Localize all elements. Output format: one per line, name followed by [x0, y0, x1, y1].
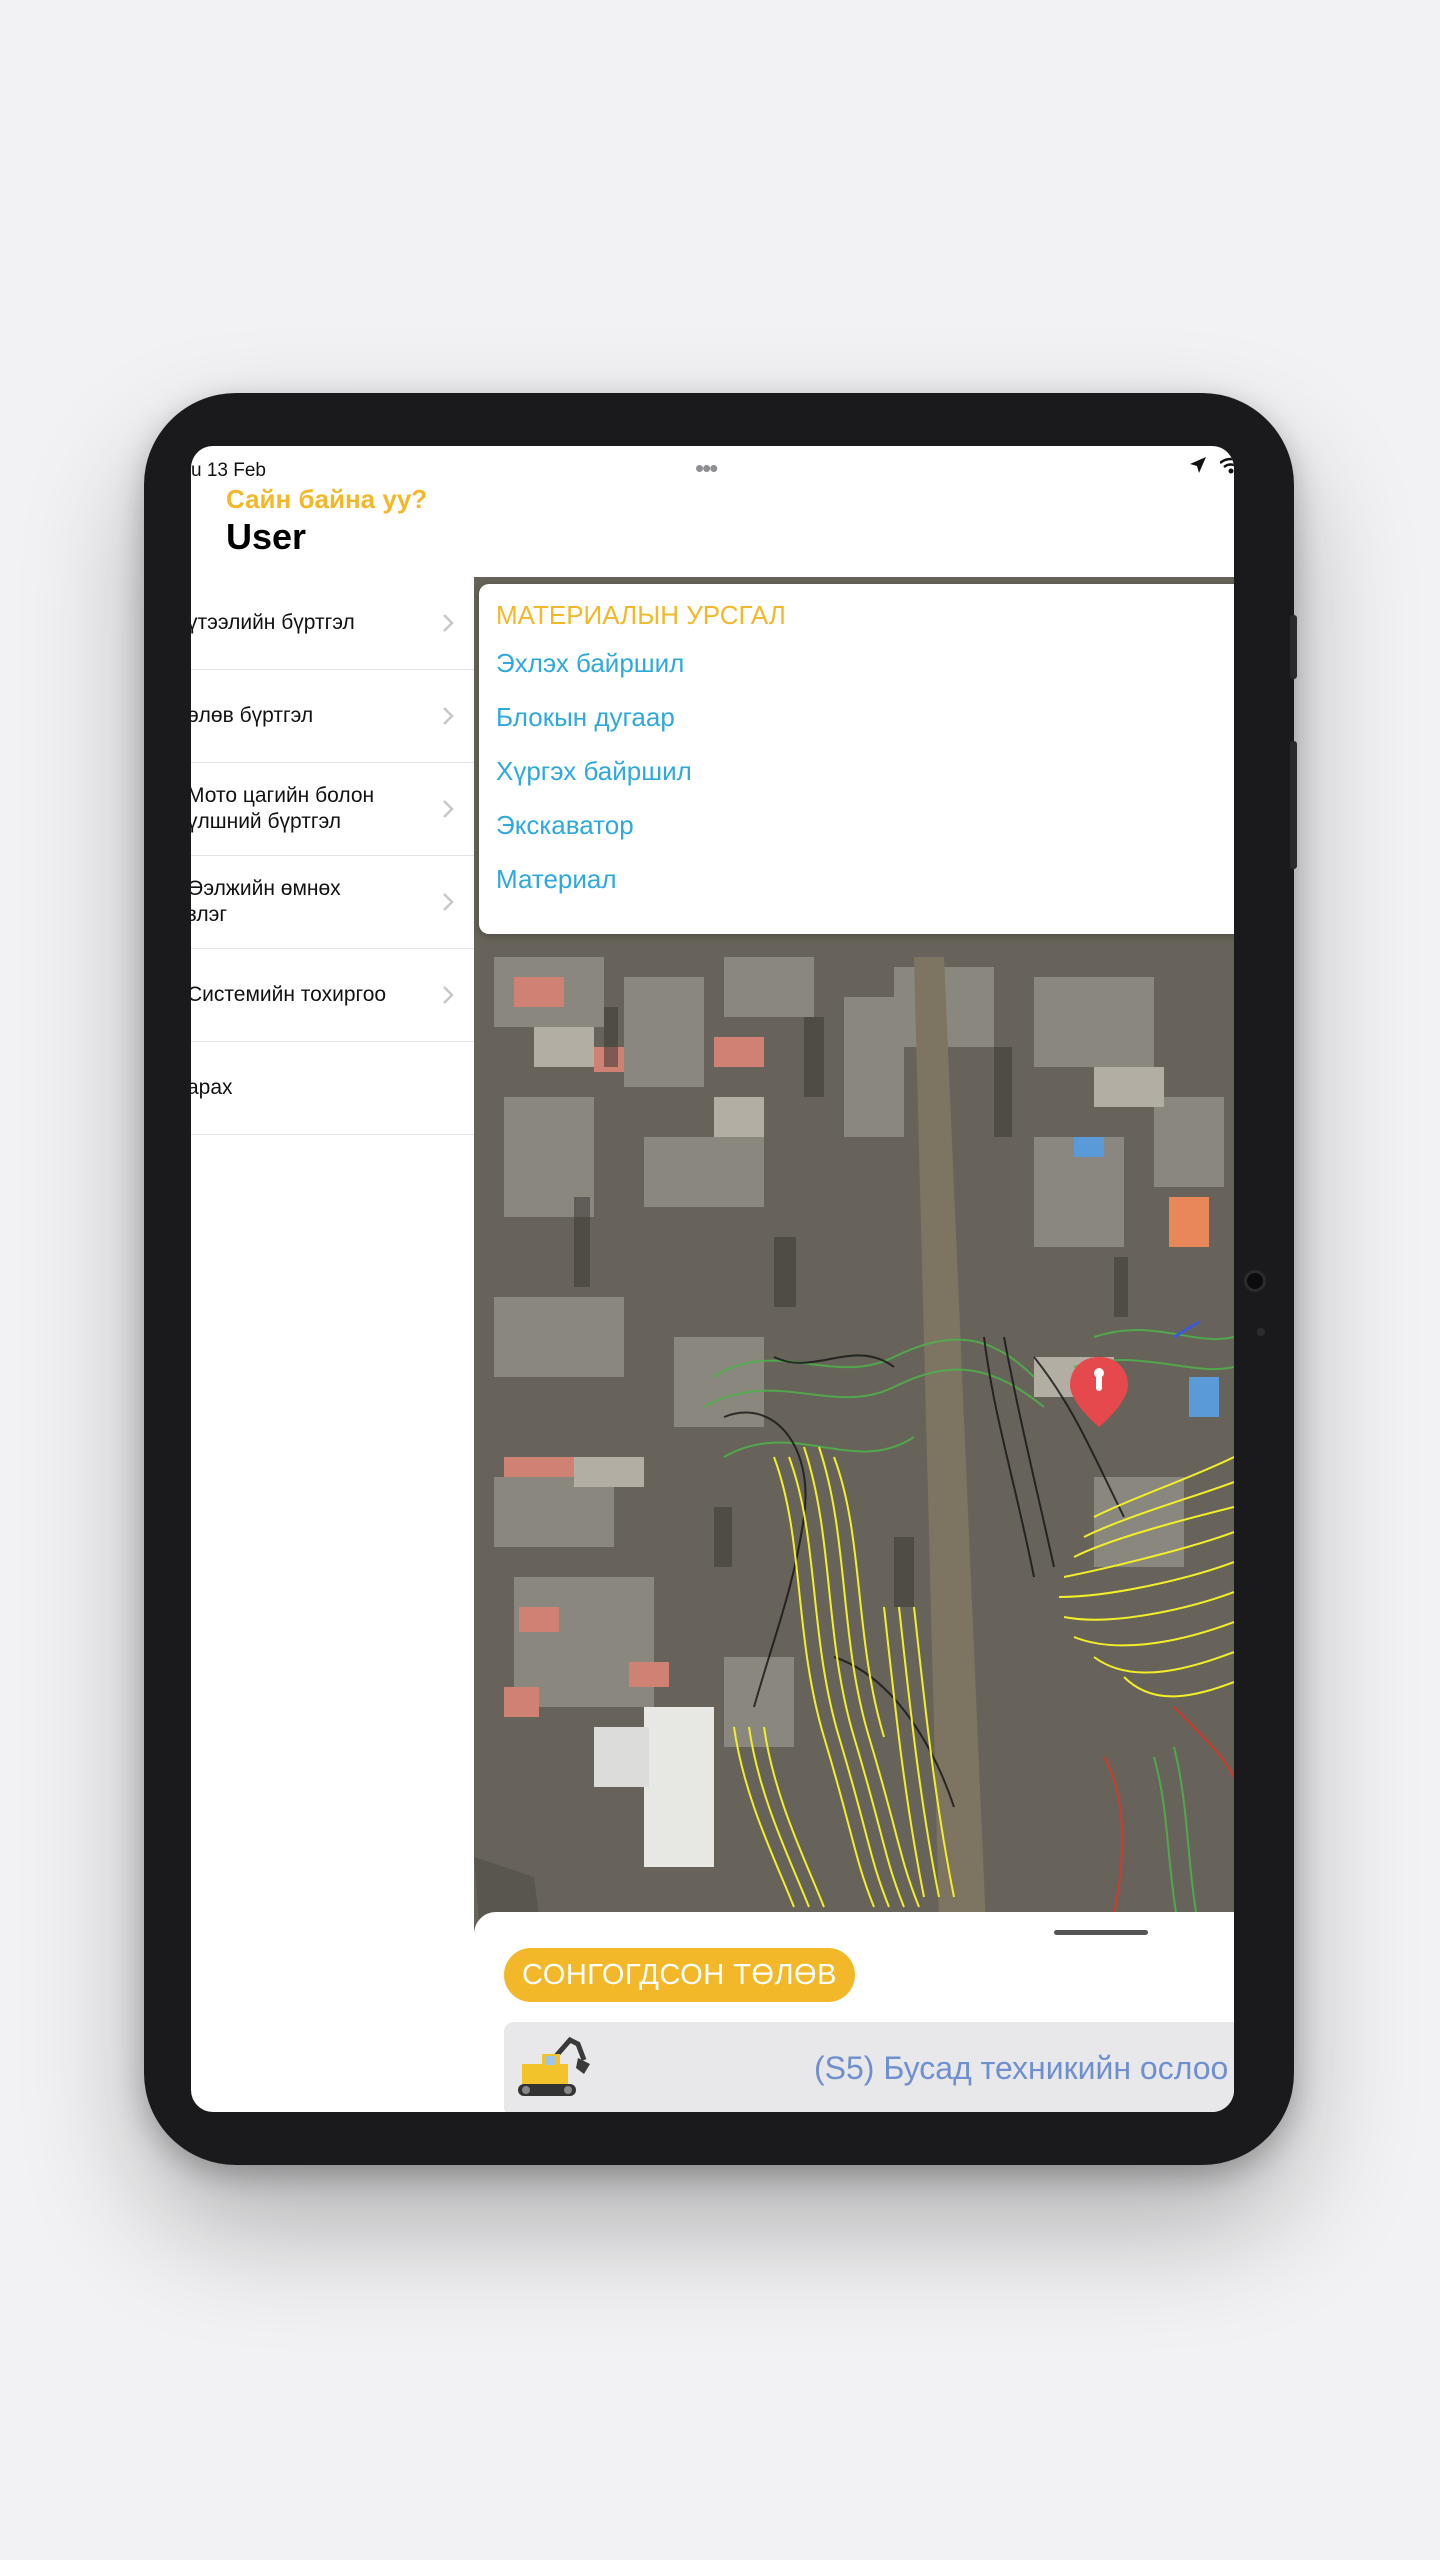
sidebar-menu: үтээлийн бүртгэл өлөв бүртгэл Мото цагий… — [191, 577, 474, 1135]
multitasking-dots[interactable]: ••• — [695, 455, 718, 481]
volume-down-button — [1290, 741, 1297, 869]
sidebar-item-label: Системийн тохиргоо — [191, 983, 387, 1006]
chevron-right-icon — [443, 986, 454, 1004]
sidebar-item-motohours-fuel[interactable]: Мото цагийн болон үлшний бүртгэл — [191, 763, 474, 856]
sidebar-item-system-settings[interactable]: Системийн тохиргоо — [191, 949, 474, 1042]
chevron-right-icon — [443, 614, 454, 632]
sidebar-item-pre-shift-check[interactable]: Өэлжийн өмнөх злэг — [191, 856, 474, 949]
sidebar-item-label: Мото цагийн болон үлшний бүртгэл — [191, 784, 375, 833]
wifi-icon — [1219, 457, 1234, 474]
sheet-grabber-handle[interactable] — [1054, 1930, 1148, 1935]
front-camera — [1244, 1270, 1266, 1292]
volume-up-button — [1290, 615, 1297, 679]
popup-item-block-number[interactable]: Блокын дугаар — [496, 702, 675, 733]
status-bar: u 13 Feb ••• — [191, 446, 1234, 486]
chevron-right-icon — [443, 707, 454, 725]
popup-item-excavator[interactable]: Экскаватор — [496, 810, 634, 841]
bottom-sheet: СОНГОГДСОН ТӨЛӨВ (S5) Бусад техникийн ос… — [474, 1912, 1234, 2112]
popup-title: МАТЕРИАЛЫН УРСГАЛ — [496, 600, 786, 630]
camera-sensor — [1257, 1328, 1265, 1336]
chevron-right-icon — [443, 893, 454, 911]
material-flow-popup: МАТЕРИАЛЫН УРСГАЛ Эхлэх байршил Блокын д… — [479, 584, 1234, 934]
excavator-icon — [518, 2036, 590, 2096]
sidebar-item-label: өлөв бүртгэл — [191, 704, 314, 727]
chevron-right-icon — [443, 800, 454, 818]
sidebar-item-logout[interactable]: арах — [191, 1042, 474, 1135]
popup-item-delivery-location[interactable]: Хүргэх байршил — [496, 756, 692, 787]
status-icons — [1189, 454, 1234, 476]
location-arrow-icon — [1189, 456, 1206, 473]
selected-status-chip[interactable]: СОНГОГДСОН ТӨЛӨВ — [504, 1948, 855, 2002]
selected-status-text: (S5) Бусад техникийн ослоо — [814, 2050, 1229, 2086]
sidebar-item-label: үтээлийн бүртгэл — [191, 611, 355, 634]
sidebar-item-label: арах — [191, 1076, 233, 1099]
sidebar-item-work-record[interactable]: үтээлийн бүртгэл — [191, 577, 474, 670]
sidebar-item-status-record[interactable]: өлөв бүртгэл — [191, 670, 474, 763]
selected-status-row[interactable]: (S5) Бусад техникийн ослоо — [504, 2022, 1234, 2112]
username-title: User — [226, 516, 307, 557]
sidebar-item-label: Өэлжийн өмнөх злэг — [191, 877, 341, 926]
popup-item-start-location[interactable]: Эхлэх байршил — [496, 648, 684, 679]
status-date: u 13 Feb — [191, 460, 266, 481]
app-screen: u 13 Feb ••• Сайн байна уу? User үтээлий… — [191, 446, 1234, 2112]
greeting-text: Сайн байна уу? — [226, 484, 428, 514]
popup-item-material[interactable]: Материал — [496, 864, 617, 895]
